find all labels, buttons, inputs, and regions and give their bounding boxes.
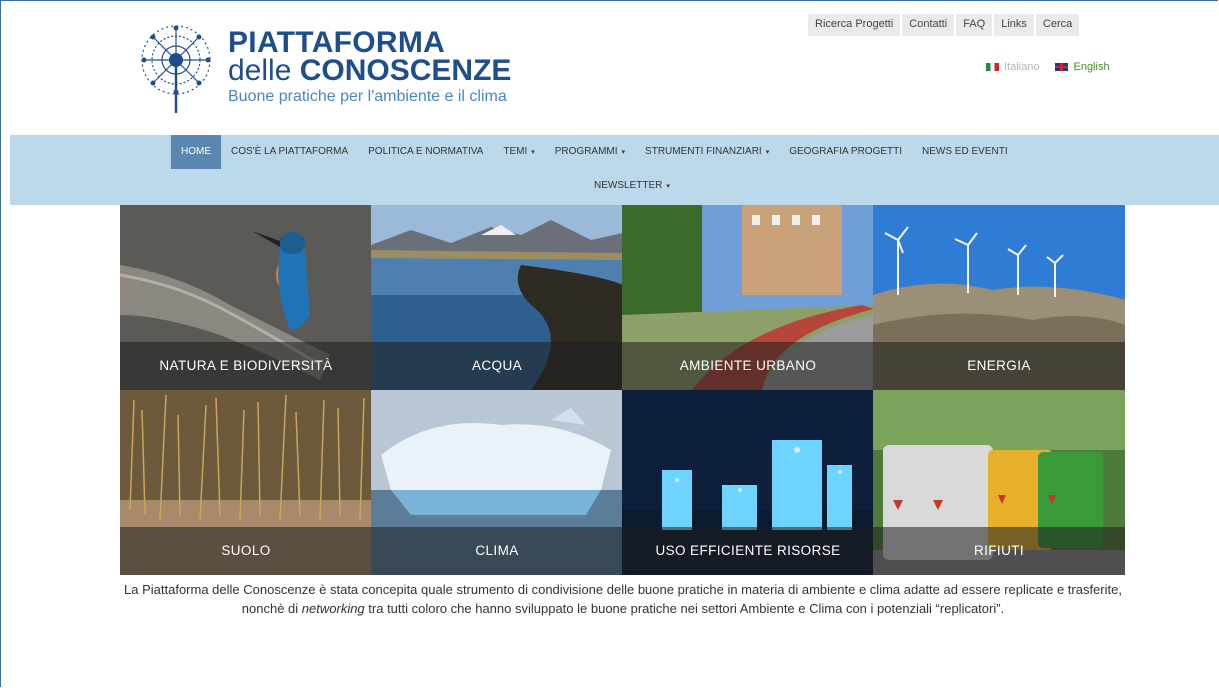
lang-english-label: English bbox=[1073, 61, 1110, 73]
theme-tiles-grid: NATURA E BIODIVERSITÀ ACQUA AMBIENTE URB… bbox=[120, 205, 1126, 575]
chevron-down-icon: ▾ bbox=[621, 149, 626, 156]
nav-row-2: NEWSLETTER ▾ bbox=[584, 173, 680, 199]
tile-rifiuti[interactable]: RIFIUTI bbox=[873, 390, 1125, 575]
nav-strumenti-label: STRUMENTI FINANZIARI bbox=[645, 146, 762, 157]
nav-strumenti-finanziari[interactable]: STRUMENTI FINANZIARI ▾ bbox=[635, 135, 779, 169]
nav-cos-e-label: COS'È LA PIATTAFORMA bbox=[231, 146, 349, 157]
dandelion-logo-icon bbox=[141, 25, 211, 113]
nav-home-label: HOME bbox=[181, 146, 211, 157]
top-links: Ricerca Progetti Contatti FAQ Links Cerc… bbox=[808, 14, 1081, 36]
nav-newsletter[interactable]: NEWSLETTER ▾ bbox=[584, 173, 680, 199]
toplink-ricerca-progetti[interactable]: Ricerca Progetti bbox=[808, 14, 901, 36]
tile-label: ACQUA bbox=[371, 342, 623, 390]
intro-text-emphasis: networking bbox=[301, 601, 365, 616]
nav-politica-label: POLITICA E NORMATIVA bbox=[368, 146, 484, 157]
nav-news-ed-eventi[interactable]: NEWS ED EVENTI bbox=[912, 135, 1018, 169]
toplink-contatti[interactable]: Contatti bbox=[902, 14, 955, 36]
nav-geografia-progetti[interactable]: GEOGRAFIA PROGETTI bbox=[779, 135, 912, 169]
logo-subtitle: Buone pratiche per l'ambiente e il clima bbox=[228, 88, 507, 105]
chevron-down-icon: ▾ bbox=[666, 183, 670, 190]
tile-acqua[interactable]: ACQUA bbox=[371, 205, 623, 390]
tile-clima[interactable]: CLIMA bbox=[371, 390, 623, 575]
main-nav: HOME COS'È LA PIATTAFORMA POLITICA E NOR… bbox=[10, 135, 1219, 205]
chevron-down-icon: ▾ bbox=[531, 149, 535, 156]
italy-flag-icon bbox=[986, 63, 999, 71]
language-switcher: Italiano English bbox=[986, 61, 1110, 73]
tile-natura-biodiversita[interactable]: NATURA E BIODIVERSITÀ bbox=[120, 205, 372, 390]
toplink-links[interactable]: Links bbox=[994, 14, 1034, 36]
tile-label: USO EFFICIENTE RISORSE bbox=[622, 527, 874, 575]
logo-title-conoscenze: CONOSCENZE bbox=[299, 54, 512, 87]
tile-energia[interactable]: ENERGIA bbox=[873, 205, 1125, 390]
nav-programmi-label: PROGRAMMI bbox=[554, 146, 618, 157]
intro-text-part2: tra tutti coloro che hanno sviluppato le… bbox=[364, 601, 1005, 616]
logo-title-delle: delle bbox=[228, 54, 300, 87]
nav-temi[interactable]: TEMI ▾ bbox=[493, 135, 544, 169]
lang-italiano[interactable]: Italiano bbox=[986, 61, 1039, 73]
tile-ambiente-urbano[interactable]: AMBIENTE URBANO bbox=[622, 205, 874, 390]
tile-uso-efficiente-risorse[interactable]: USO EFFICIENTE RISORSE bbox=[622, 390, 874, 575]
tile-label: SUOLO bbox=[120, 527, 372, 575]
lang-italiano-label: Italiano bbox=[1004, 61, 1040, 73]
intro-text: La Piattaforma delle Conoscenze è stata … bbox=[120, 580, 1126, 618]
nav-politica-e-normativa[interactable]: POLITICA E NORMATIVA bbox=[358, 135, 493, 169]
tile-label: NATURA E BIODIVERSITÀ bbox=[120, 342, 372, 390]
site-logo[interactable]: PIATTAFORMA delle CONOSCENZE Buone prati… bbox=[128, 18, 528, 116]
nav-newsletter-label: NEWSLETTER bbox=[594, 180, 663, 191]
tile-label: RIFIUTI bbox=[873, 527, 1125, 575]
toplink-faq[interactable]: FAQ bbox=[956, 14, 993, 36]
nav-temi-label: TEMI bbox=[503, 146, 528, 157]
uk-flag-icon bbox=[1055, 63, 1069, 71]
chevron-down-icon: ▾ bbox=[765, 149, 770, 156]
nav-home[interactable]: HOME bbox=[171, 135, 221, 169]
nav-news-label: NEWS ED EVENTI bbox=[922, 146, 1008, 157]
tile-label: ENERGIA bbox=[873, 342, 1125, 390]
logo-title-line2: delle CONOSCENZE bbox=[228, 54, 511, 88]
lang-english[interactable]: English bbox=[1055, 61, 1110, 73]
tile-label: AMBIENTE URBANO bbox=[622, 342, 874, 390]
site-header: PIATTAFORMA delle CONOSCENZE Buone prati… bbox=[0, 0, 1219, 135]
nav-row-1: HOME COS'È LA PIATTAFORMA POLITICA E NOR… bbox=[171, 135, 1018, 169]
nav-cos-e-la-piattaforma[interactable]: COS'È LA PIATTAFORMA bbox=[221, 135, 358, 169]
nav-programmi[interactable]: PROGRAMMI ▾ bbox=[545, 135, 635, 169]
toplink-cerca[interactable]: Cerca bbox=[1035, 14, 1080, 36]
nav-geografia-label: GEOGRAFIA PROGETTI bbox=[789, 146, 903, 157]
tile-suolo[interactable]: SUOLO bbox=[120, 390, 372, 575]
tile-label: CLIMA bbox=[371, 527, 623, 575]
